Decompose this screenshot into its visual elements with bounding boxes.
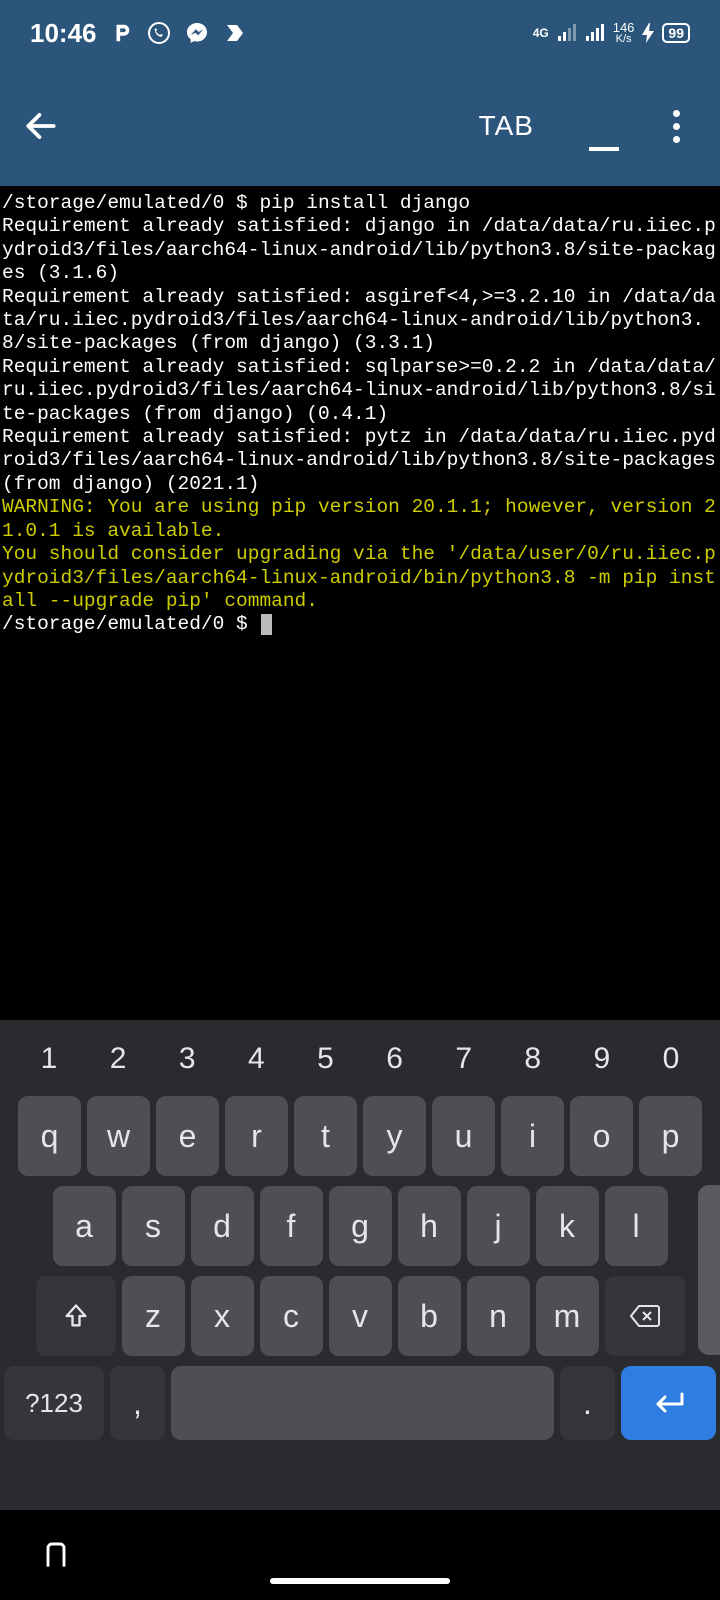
key-g[interactable]: g [329,1186,392,1266]
key-9[interactable]: 9 [577,1042,627,1076]
key-a[interactable]: a [53,1186,116,1266]
key-1[interactable]: 1 [24,1042,74,1076]
key-x[interactable]: x [191,1276,254,1356]
battery-level: 99 [662,23,690,43]
charging-icon [642,23,654,43]
recent-apps-button[interactable] [40,1540,72,1572]
terminal-line: Requirement already satisfied: asgiref<4… [2,286,716,355]
key-0[interactable]: 0 [646,1042,696,1076]
terminal-line: Requirement already satisfied: django in… [2,215,716,284]
key-3[interactable]: 3 [162,1042,212,1076]
home-gesture-bar[interactable] [270,1578,450,1584]
app-icon [223,21,247,45]
key-j[interactable]: j [467,1186,530,1266]
comma-key[interactable]: , [110,1366,165,1440]
keyboard-number-row: 1 2 3 4 5 6 7 8 9 0 [4,1026,716,1086]
net-speed: 146 K/s [613,21,635,45]
key-2[interactable]: 2 [93,1042,143,1076]
terminal-line: Requirement already satisfied: sqlparse>… [2,356,716,425]
edge-panel-handle[interactable] [698,1185,720,1355]
key-z[interactable]: z [122,1276,185,1356]
key-r[interactable]: r [225,1096,288,1176]
key-8[interactable]: 8 [508,1042,558,1076]
minimize-button[interactable] [574,101,634,151]
key-7[interactable]: 7 [439,1042,489,1076]
soft-keyboard: 1 2 3 4 5 6 7 8 9 0 q w e r t y u i o p … [0,1020,720,1510]
key-k[interactable]: k [536,1186,599,1266]
key-4[interactable]: 4 [231,1042,281,1076]
key-o[interactable]: o [570,1096,633,1176]
terminal-warning: You should consider upgrading via the '/… [2,543,716,612]
key-e[interactable]: e [156,1096,219,1176]
key-m[interactable]: m [536,1276,599,1356]
network-type-badge: 4G [533,27,549,39]
back-button[interactable] [22,107,66,145]
status-time: 10:46 [30,18,97,49]
tab-button[interactable]: TAB [479,110,534,142]
key-c[interactable]: c [260,1276,323,1356]
terminal-warning: WARNING: You are using pip version 20.1.… [2,496,716,541]
shift-key[interactable] [36,1276,116,1356]
key-i[interactable]: i [501,1096,564,1176]
cursor-icon [261,614,272,635]
key-s[interactable]: s [122,1186,185,1266]
key-w[interactable]: w [87,1096,150,1176]
symbols-key[interactable]: ?123 [4,1366,104,1440]
key-f[interactable]: f [260,1186,323,1266]
space-key[interactable] [171,1366,554,1440]
key-6[interactable]: 6 [370,1042,420,1076]
navigation-bar [0,1510,720,1600]
terminal-output[interactable]: /storage/emulated/0 $ pip install django… [0,186,720,980]
terminal-prompt: /storage/emulated/0 $ [2,613,259,635]
key-h[interactable]: h [398,1186,461,1266]
signal-icon-2 [585,24,605,42]
terminal-line: /storage/emulated/0 $ pip install django [2,192,470,214]
key-v[interactable]: v [329,1276,392,1356]
whatsapp-icon [147,21,171,45]
key-d[interactable]: d [191,1186,254,1266]
parking-icon [111,22,133,44]
more-menu-button[interactable] [654,110,698,143]
key-5[interactable]: 5 [300,1042,350,1076]
key-l[interactable]: l [605,1186,668,1266]
key-n[interactable]: n [467,1276,530,1356]
key-q[interactable]: q [18,1096,81,1176]
key-b[interactable]: b [398,1276,461,1356]
enter-key[interactable] [621,1366,716,1440]
period-key[interactable]: . [560,1366,615,1440]
signal-icon-1 [557,24,577,42]
key-u[interactable]: u [432,1096,495,1176]
status-bar: 10:46 4G 146 K/s 99 [0,0,720,66]
messenger-icon [185,21,209,45]
backspace-key[interactable] [605,1276,685,1356]
app-bar: TAB [0,66,720,186]
key-p[interactable]: p [639,1096,702,1176]
terminal-line: Requirement already satisfied: pytz in /… [2,426,720,495]
key-t[interactable]: t [294,1096,357,1176]
key-y[interactable]: y [363,1096,426,1176]
